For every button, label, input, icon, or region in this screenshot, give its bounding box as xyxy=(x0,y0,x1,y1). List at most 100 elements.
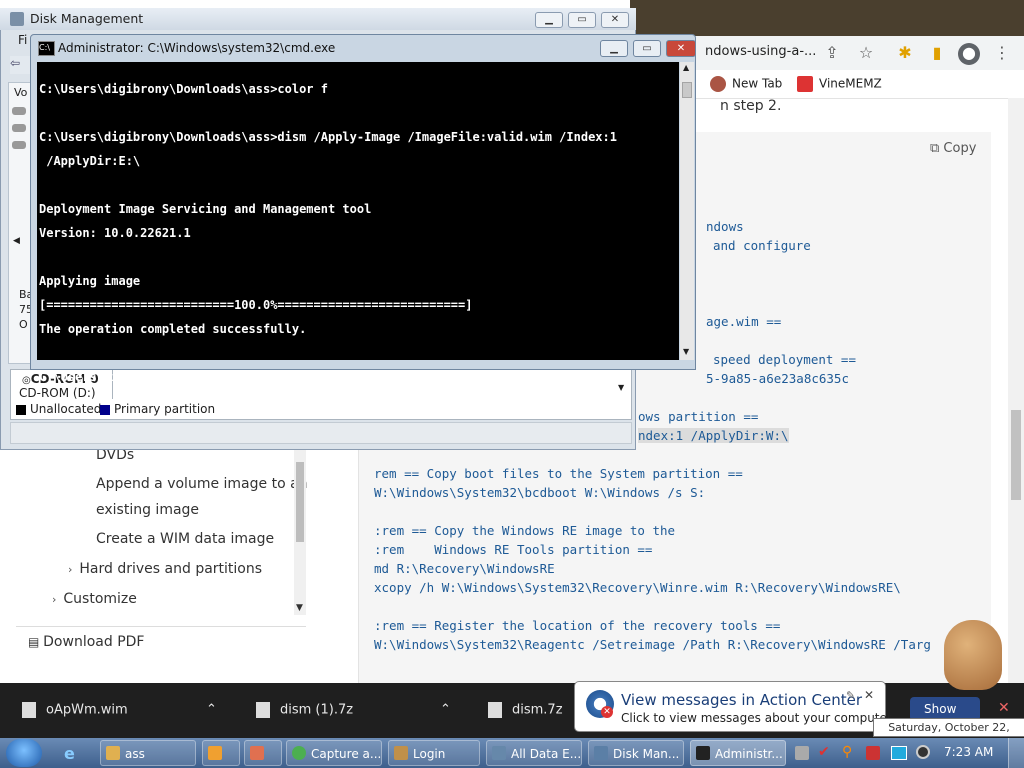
close-button[interactable]: ✕ xyxy=(601,12,629,28)
share-icon[interactable]: ⇪ xyxy=(822,43,842,63)
chevron-right-icon: › xyxy=(52,593,64,606)
tray-search-icon[interactable]: ⚲ xyxy=(842,744,852,760)
taskbar-item-ass[interactable]: ass xyxy=(100,740,196,766)
pdf-icon: ▤ xyxy=(28,635,44,649)
cmd-title: Administrator: C:\Windows\system32\cmd.e… xyxy=(58,41,336,55)
code-line: age.wim == xyxy=(706,314,782,329)
code-line: :rem == Register the location of the rec… xyxy=(374,618,781,633)
cmd-scrollbar[interactable] xyxy=(680,62,694,360)
disk-management-icon xyxy=(10,12,24,26)
cmd-minimize-button[interactable]: ▁ xyxy=(600,40,628,57)
tray-check-icon[interactable]: ✔ xyxy=(818,744,830,760)
download-item[interactable]: dism (1).7z xyxy=(256,702,353,718)
bookmark-new-tab[interactable]: New Tab xyxy=(710,76,782,92)
console-line: [==========================100.0%=======… xyxy=(39,298,473,312)
code-line: rem == Copy boot files to the System par… xyxy=(374,466,743,481)
taskbar-item-media[interactable] xyxy=(202,740,240,766)
minimize-button[interactable]: ▁ xyxy=(535,12,563,28)
nav-item-append-volume-cont[interactable]: existing image xyxy=(96,502,199,518)
taskbar-item-disk-management[interactable]: Disk Man... xyxy=(588,740,684,766)
code-line: ndows xyxy=(706,219,744,234)
download-item[interactable]: dism.7z xyxy=(488,702,563,718)
column-header[interactable]: Vo xyxy=(14,86,27,99)
clock[interactable]: 7:23 AM xyxy=(944,745,993,759)
internet-explorer-icon[interactable]: e xyxy=(64,744,84,763)
back-arrow-icon[interactable]: ⇦ xyxy=(10,56,30,74)
code-line: ndex:1 /ApplyDir:W:\ xyxy=(638,428,789,443)
chevron-right-icon: › xyxy=(68,563,80,576)
balloon-options-icon[interactable]: ✎ xyxy=(846,689,855,702)
nav-item-append-volume[interactable]: Append a volume image to an xyxy=(96,476,308,492)
show-desktop-button[interactable] xyxy=(1008,738,1024,768)
tray-volume-icon[interactable] xyxy=(916,745,930,759)
profile-avatar[interactable]: ● xyxy=(958,43,980,65)
menu-file[interactable]: Fi xyxy=(18,33,27,47)
disk-status: O xyxy=(19,318,28,331)
cmd-scrollbar-thumb[interactable] xyxy=(682,82,692,98)
taskbar-label: ass xyxy=(125,747,145,761)
cdrom-icon: ◎ xyxy=(22,375,31,386)
taskbar-item-app[interactable] xyxy=(244,740,282,766)
bookmark-vinememz[interactable]: VineMEMZ xyxy=(797,76,882,92)
disk-management-icon xyxy=(594,746,608,760)
scroll-up-arrow-icon[interactable]: ▲ xyxy=(683,63,689,72)
bookmark-label: New Tab xyxy=(732,76,783,91)
cmd-close-button[interactable]: ✕ xyxy=(666,40,696,57)
page-scrollbar[interactable] xyxy=(1008,98,1024,683)
drive-icon xyxy=(12,141,26,149)
nav-item-create-wim[interactable]: Create a WIM data image xyxy=(96,531,274,547)
download-item[interactable]: oApWm.wim xyxy=(22,702,128,718)
console-line: C:\Users\digibrony\Downloads\ass>color f xyxy=(39,82,328,96)
code-line: W:\Windows\System32\Reagentc /Setreimage… xyxy=(374,637,931,652)
sidebar-scrollbar-thumb[interactable] xyxy=(296,462,304,542)
nav-label: Customize xyxy=(63,591,137,607)
taskbar-item-cmd[interactable]: Administr... xyxy=(690,740,786,766)
download-pdf-link[interactable]: ▤ Download PDF xyxy=(28,634,144,650)
taskbar-item-chrome[interactable]: Capture a... xyxy=(286,740,382,766)
taskbar-item-all-data[interactable]: All Data E... xyxy=(486,740,582,766)
vinememz-icon xyxy=(797,76,813,92)
balloon-close-icon[interactable]: ✕ xyxy=(864,688,874,702)
nav-item-hard-drives[interactable]: › Hard drives and partitions xyxy=(68,561,262,577)
menu-kebab-icon[interactable]: ⋮ xyxy=(992,43,1012,63)
cmd-icon: C:\ xyxy=(38,41,55,56)
status-bar xyxy=(10,422,632,444)
tray-flag-icon[interactable] xyxy=(866,746,880,760)
console-line: /ApplyDir:E:\ xyxy=(39,154,141,168)
download-options-chevron-icon[interactable]: ⌃ xyxy=(206,702,217,717)
page-scrollbar-thumb[interactable] xyxy=(1011,410,1021,500)
taskbar-item-login[interactable]: Login xyxy=(388,740,480,766)
scroll-left-arrow-icon[interactable]: ◀ xyxy=(13,236,20,246)
hamster-image xyxy=(944,620,1002,690)
nav-item-customize[interactable]: › Customize xyxy=(52,591,137,607)
extensions-icon[interactable]: ✱ xyxy=(895,43,915,63)
code-line: md R:\Recovery\WindowsRE xyxy=(374,561,555,576)
archive-icon xyxy=(256,702,270,718)
maximize-button[interactable]: ▭ xyxy=(568,12,596,28)
scroll-down-arrow-icon[interactable]: ▼ xyxy=(683,347,689,356)
download-options-chevron-icon[interactable]: ⌃ xyxy=(440,702,451,717)
taskbar-label: All Data E... xyxy=(511,747,582,761)
code-line: speed deployment == xyxy=(713,352,856,367)
tray-monitor-icon[interactable] xyxy=(891,746,907,760)
scroll-down-arrow-icon[interactable]: ▼ xyxy=(618,383,624,392)
start-button[interactable] xyxy=(6,739,42,767)
download-filename: dism (1).7z xyxy=(280,702,354,718)
code-line: ows partition == xyxy=(638,409,759,424)
scroll-down-arrow-icon[interactable]: ▼ xyxy=(296,603,303,613)
folder-icon xyxy=(106,746,120,760)
code-line: :rem Windows RE Tools partition == xyxy=(374,542,653,557)
drive-icon xyxy=(12,124,26,132)
address-bar[interactable]: ndows-using-a-... xyxy=(705,44,816,59)
cmd-maximize-button[interactable]: ▭ xyxy=(633,40,661,57)
tray-icon[interactable] xyxy=(795,746,809,760)
sidepanel-icon[interactable]: ▮ xyxy=(927,43,947,63)
console-line: Version: 10.0.22621.1 xyxy=(39,226,191,240)
bookmark-star-icon[interactable]: ☆ xyxy=(856,43,876,63)
balloon-subtitle: Click to view messages about your comput… xyxy=(621,711,895,725)
copy-button[interactable]: ⧉ Copy xyxy=(930,141,976,156)
close-downloads-icon[interactable]: ✕ xyxy=(998,700,1010,716)
legend-label: Primary partition xyxy=(114,402,216,416)
